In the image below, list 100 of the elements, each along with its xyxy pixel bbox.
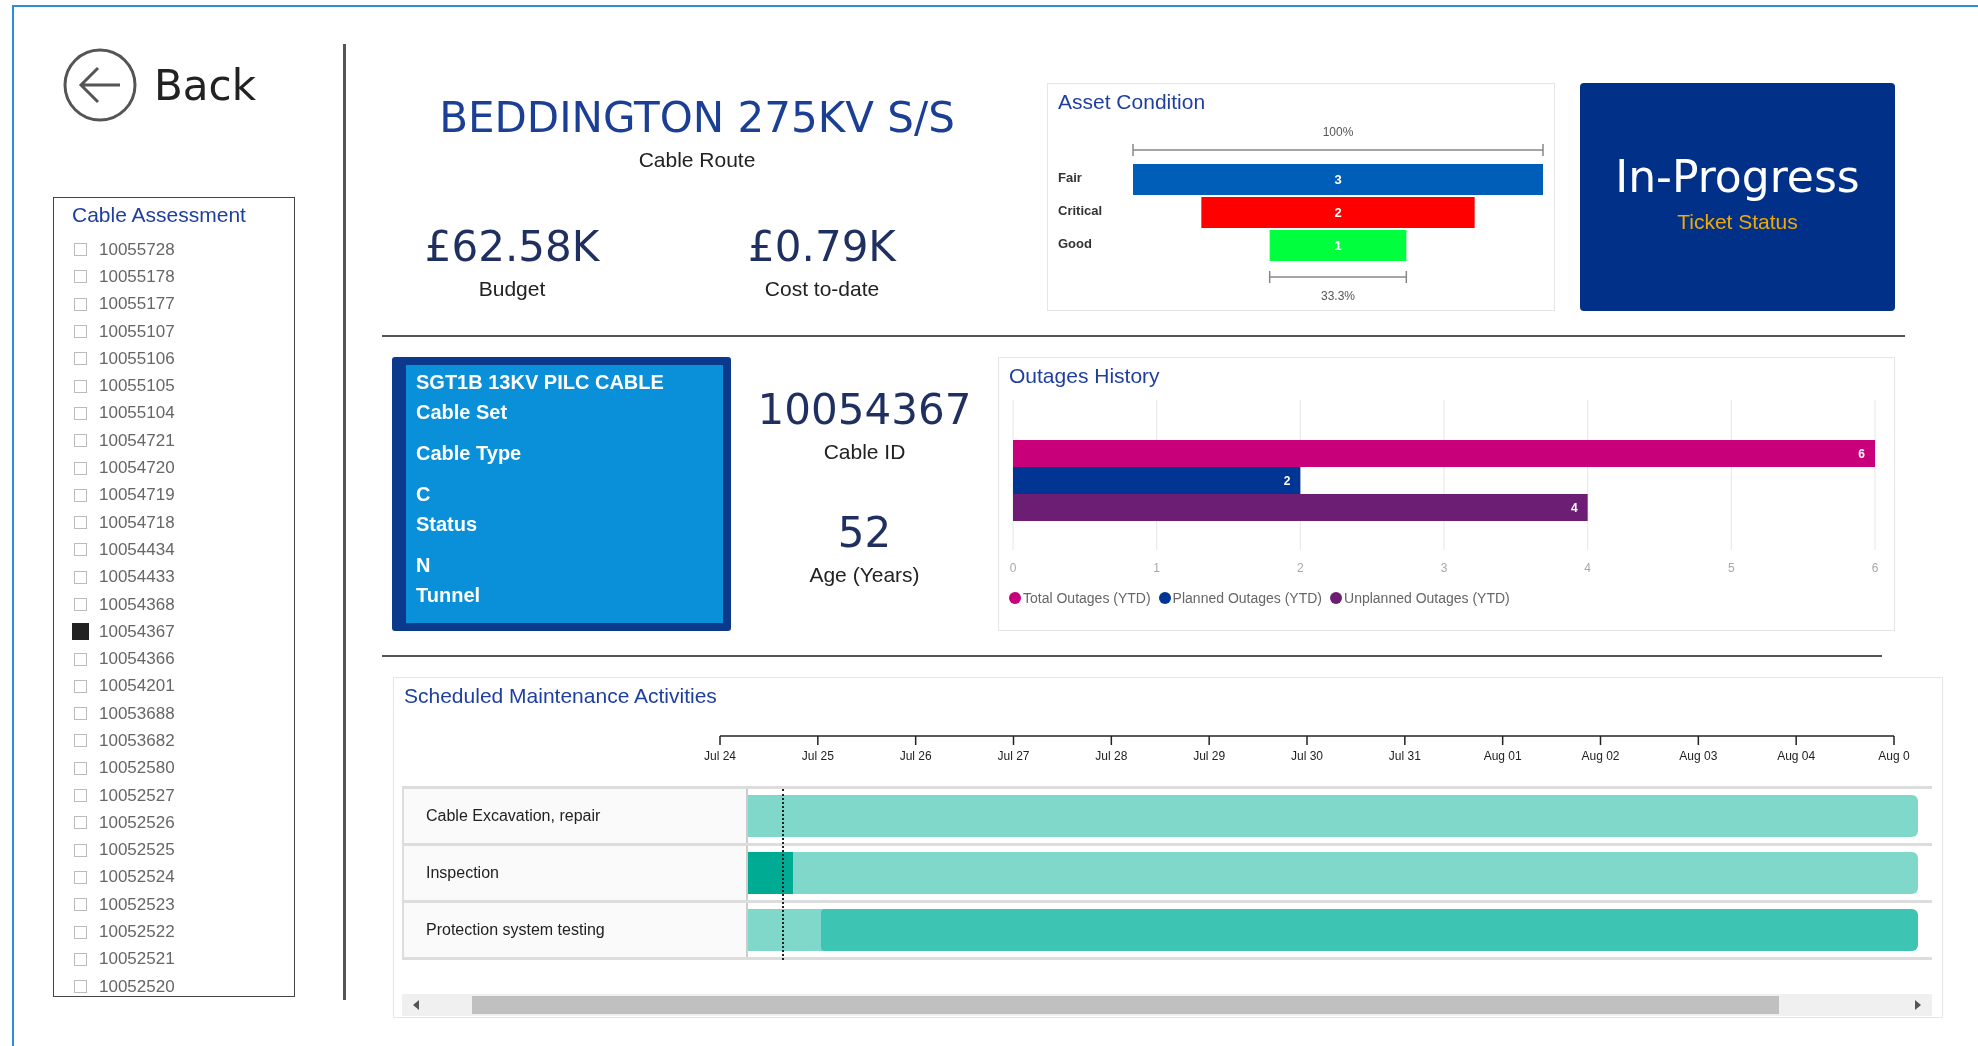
- field-value: C: [416, 482, 432, 507]
- checkbox[interactable]: [74, 297, 87, 311]
- slicer-item[interactable]: 10054434: [74, 536, 294, 564]
- axis-tick-label: 0: [1009, 561, 1017, 575]
- slicer-item[interactable]: 10054719: [74, 481, 294, 509]
- kpi-value: £62.58K: [424, 222, 600, 271]
- checkbox[interactable]: [74, 952, 87, 966]
- page-subtitle: Cable Route: [638, 148, 756, 172]
- slicer-item[interactable]: 10052526: [74, 809, 294, 837]
- slicer-item[interactable]: 10053688: [74, 700, 294, 728]
- checkbox[interactable]: [74, 243, 87, 257]
- back-button[interactable]: Back: [62, 47, 256, 123]
- progress-fill: [748, 852, 793, 894]
- slicer-item[interactable]: 10054366: [74, 645, 294, 673]
- field-value: SGT1B 13KV PILC CABLE: [416, 370, 665, 395]
- slicer-item[interactable]: 10055104: [74, 399, 294, 428]
- field-label: Status: [416, 512, 479, 537]
- slicer-item[interactable]: 10055106: [74, 345, 294, 373]
- checkbox[interactable]: [74, 761, 87, 775]
- axis-tick-label: 2: [1297, 561, 1304, 575]
- slicer-item[interactable]: 10055178: [74, 263, 294, 291]
- date-tick-label: Jul 28: [1095, 749, 1128, 763]
- slicer-item[interactable]: 10052527: [74, 781, 294, 810]
- slicer-item[interactable]: 10055728: [74, 236, 294, 264]
- slicer-item[interactable]: 10054720: [74, 454, 294, 482]
- legend-label: Planned Outages (YTD): [1172, 590, 1322, 606]
- slicer-item[interactable]: 10052580: [74, 754, 294, 782]
- checkbox[interactable]: [74, 843, 87, 857]
- checkbox[interactable]: [74, 434, 87, 448]
- checkbox[interactable]: [74, 379, 87, 393]
- stage-value: 2: [1334, 205, 1342, 220]
- slicer-item[interactable]: 10053682: [74, 727, 294, 755]
- bracket-icon: [1132, 143, 1544, 157]
- slicer-item[interactable]: 10052522: [74, 918, 294, 946]
- checkbox[interactable]: [74, 652, 87, 666]
- date-tick-label: Aug 03: [1679, 749, 1718, 763]
- field-value: N: [416, 553, 432, 578]
- slicer-item[interactable]: 10052520: [74, 973, 294, 996]
- checkbox[interactable]: [74, 707, 87, 721]
- checkbox[interactable]: [74, 898, 87, 912]
- checkbox[interactable]: [74, 816, 87, 830]
- slicer-item[interactable]: 10054721: [74, 427, 294, 455]
- legend-label: Unplanned Outages (YTD): [1344, 590, 1510, 606]
- field-label: Tunnel: [416, 583, 482, 608]
- date-tick-label: Jul 25: [801, 749, 834, 763]
- checkbox[interactable]: [74, 570, 87, 584]
- date-tick-label: Aug 0: [1878, 749, 1910, 763]
- age-value: 52: [837, 508, 892, 557]
- horizontal-scrollbar[interactable]: [402, 994, 1932, 1016]
- checkbox[interactable]: [74, 352, 87, 366]
- slicer-item[interactable]: 10054718: [74, 508, 294, 537]
- stage-label: Critical: [1058, 203, 1103, 218]
- stage-label: Fair: [1058, 170, 1082, 185]
- cable-id-value: 10054367: [757, 385, 972, 434]
- ticket-status-value: In-Progress: [1615, 150, 1860, 202]
- date-tick-label: Jul 26: [899, 749, 932, 763]
- slicer-item[interactable]: 10054368: [74, 590, 294, 619]
- date-tick-label: Jul 31: [1388, 749, 1421, 763]
- slicer-item[interactable]: 10055107: [74, 317, 294, 346]
- checkbox[interactable]: [74, 679, 87, 693]
- checkbox[interactable]: [72, 623, 89, 641]
- card-title: Asset Condition: [1057, 89, 1207, 114]
- slicer-item[interactable]: 10055105: [74, 372, 294, 400]
- checkbox[interactable]: [74, 789, 87, 803]
- scrollbar-thumb[interactable]: [472, 996, 1779, 1014]
- activity-label: Cable Excavation, repair: [402, 789, 748, 843]
- card-title: Scheduled Maintenance Activities: [403, 683, 718, 709]
- date-tick-label: Jul 27: [997, 749, 1030, 763]
- checkbox[interactable]: [74, 925, 87, 939]
- checkbox[interactable]: [74, 270, 87, 284]
- slicer-item[interactable]: 10054367: [74, 618, 294, 646]
- checkbox[interactable]: [74, 734, 87, 748]
- kpi-value: £0.79K: [748, 222, 896, 271]
- checkbox[interactable]: [74, 488, 87, 502]
- slicer-item[interactable]: 10052524: [74, 863, 294, 892]
- stage-value: 3: [1334, 172, 1342, 187]
- checkbox[interactable]: [74, 461, 87, 475]
- checkbox[interactable]: [74, 325, 87, 339]
- stage-label: Good: [1058, 236, 1092, 251]
- axis-tick-label: 1: [1153, 561, 1160, 575]
- checkbox[interactable]: [74, 870, 87, 884]
- slicer-item[interactable]: 10054433: [74, 563, 294, 591]
- slicer-item[interactable]: 10054201: [74, 672, 294, 701]
- checkbox[interactable]: [74, 543, 87, 557]
- date-tick-label: Aug 02: [1581, 749, 1620, 763]
- checkbox[interactable]: [74, 516, 87, 530]
- stage-value: 1: [1334, 238, 1342, 253]
- slicer-item[interactable]: 10052523: [74, 891, 294, 919]
- field-label: Cable Set: [416, 400, 509, 425]
- checkbox[interactable]: [74, 406, 87, 420]
- date-tick-label: Aug 01: [1483, 749, 1522, 763]
- scroll-right-icon[interactable]: [1914, 1000, 1922, 1010]
- cable-id-label: Cable ID: [823, 440, 906, 464]
- scroll-left-icon[interactable]: [412, 1000, 420, 1010]
- slicer-item[interactable]: 10052521: [74, 945, 294, 973]
- data-label: 4: [1571, 501, 1578, 515]
- checkbox[interactable]: [74, 598, 87, 611]
- slicer-item[interactable]: 10052525: [74, 836, 294, 864]
- checkbox[interactable]: [74, 980, 87, 994]
- slicer-item[interactable]: 10055177: [74, 290, 294, 318]
